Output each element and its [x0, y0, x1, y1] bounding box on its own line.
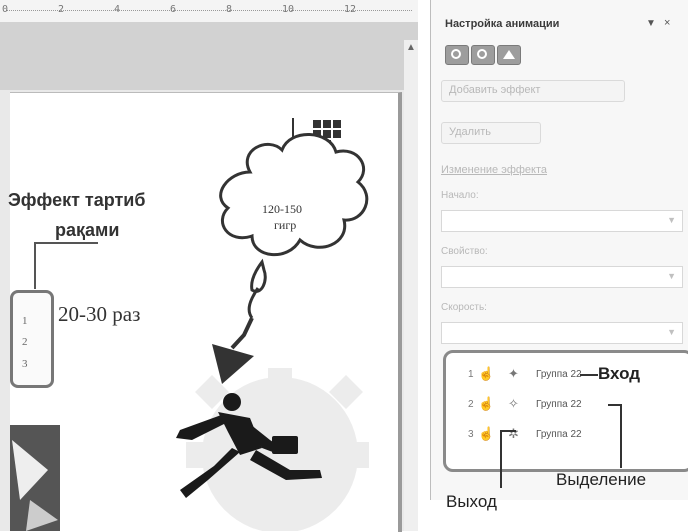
property-select[interactable]: ▼ — [441, 266, 683, 288]
effect-index: 2 — [468, 399, 474, 410]
exit-annotation-line — [500, 430, 516, 432]
mouse-click-icon: ☝ — [478, 426, 495, 441]
effect-name: Группа 22 — [536, 429, 582, 440]
home-icon — [503, 50, 515, 59]
property-label: Свойство: — [441, 246, 488, 257]
order-number: 2 — [22, 336, 28, 348]
emphasis-annotation-line — [620, 404, 622, 468]
effect-order-label-line2: рақами — [55, 220, 120, 240]
exit-effect-icon: ✲ — [508, 426, 519, 441]
close-icon[interactable]: × — [664, 17, 670, 29]
cloud-text-line2: гигр — [274, 218, 297, 232]
cloud-text: 120-150 — [262, 202, 302, 216]
effect-order-label: Эффект тартиб — [8, 190, 146, 210]
home-button[interactable] — [497, 45, 521, 65]
order-number: 1 — [22, 315, 28, 327]
entrance-annotation: Вход — [598, 364, 641, 383]
add-effect-label: Добавить эффект — [449, 84, 541, 96]
entrance-annotation-dash — [580, 374, 598, 376]
slide-clipart[interactable] — [0, 0, 418, 531]
modify-effect-heading: Изменение эффекта — [441, 164, 548, 176]
chevron-down-icon: ▼ — [667, 215, 676, 225]
order-number: 3 — [22, 358, 28, 370]
effect-list[interactable]: 1 ☝ ✦ Группа 22 2 ☝ ✧ Группа 22 3 ☝ ✲ Гр… — [443, 350, 688, 472]
chevron-down-icon[interactable]: ▼ — [646, 18, 656, 29]
entrance-effect-icon: ✦ — [508, 366, 519, 381]
times-label: 20-30 раз — [58, 302, 141, 326]
effect-name: Группа 22 — [536, 399, 582, 410]
order-bracket — [34, 242, 98, 262]
effect-name: Группа 22 — [536, 369, 582, 380]
list-item[interactable]: 3 ☝ ✲ Группа 22 — [446, 423, 688, 447]
speed-select[interactable]: ▼ — [441, 322, 683, 344]
effect-index: 1 — [468, 369, 474, 380]
pane-title: Настройка анимации — [445, 18, 560, 30]
order-number-box — [10, 290, 54, 388]
chevron-down-icon: ▼ — [667, 271, 676, 281]
stop-icon — [477, 49, 487, 59]
stop-button[interactable] — [471, 45, 495, 65]
exit-annotation: Выход — [446, 492, 497, 511]
chevron-down-icon: ▼ — [667, 327, 676, 337]
emphasis-annotation: Выделение — [556, 470, 647, 489]
mouse-click-icon: ☝ — [478, 366, 495, 381]
play-icon — [451, 49, 461, 59]
start-select[interactable]: ▼ — [441, 210, 683, 232]
effect-index: 3 — [468, 429, 474, 440]
order-bracket-stem — [34, 244, 36, 289]
custom-animation-pane: Настройка анимации ▼ × Добавить эффект У… — [430, 0, 688, 531]
speed-label: Скорость: — [441, 302, 487, 313]
arrow-icon — [212, 317, 254, 384]
remove-effect-label: Удалить — [449, 126, 491, 138]
mouse-click-icon: ☝ — [478, 396, 495, 411]
emphasis-effect-icon: ✧ — [508, 396, 519, 411]
exit-annotation-line — [500, 430, 502, 488]
start-label: Начало: — [441, 190, 479, 201]
list-item[interactable]: 2 ☝ ✧ Группа 22 — [446, 393, 688, 417]
play-button[interactable] — [445, 45, 469, 65]
partial-picture-icon — [10, 425, 60, 531]
list-item[interactable]: 1 ☝ ✦ Группа 22 — [446, 363, 688, 387]
slide-editor: 0 2 4 6 8 10 12 ▲ Эффект тартиб рақами 2… — [0, 0, 418, 532]
